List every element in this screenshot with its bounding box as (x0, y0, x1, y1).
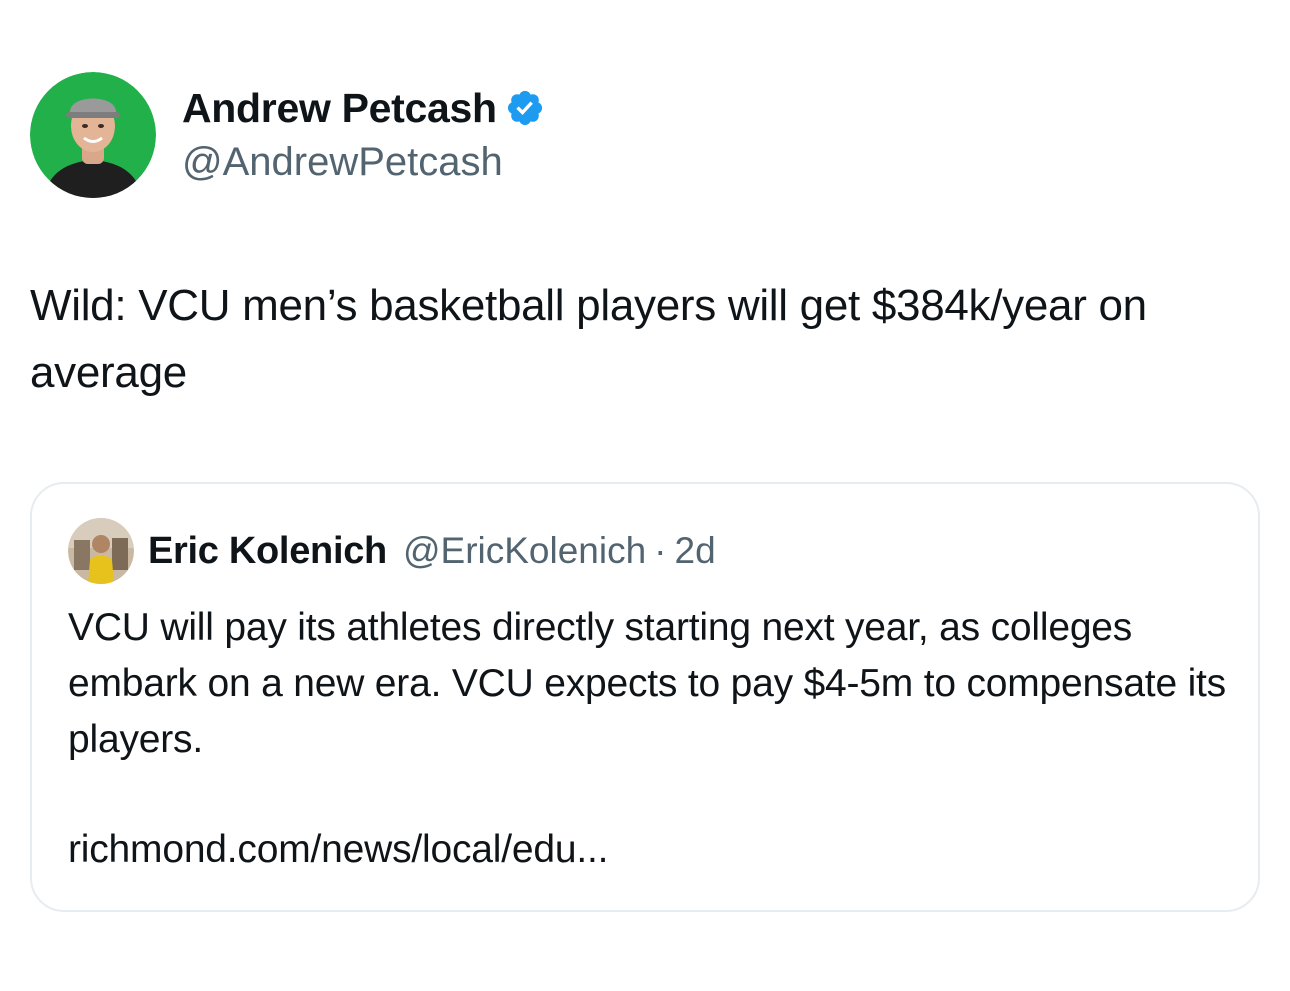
quoted-author-display-name[interactable]: Eric Kolenich (148, 530, 387, 573)
author-names: Andrew Petcash @AndrewPetcash (182, 82, 545, 188)
quoted-author-avatar[interactable] (68, 518, 134, 584)
quoted-tweet-link[interactable]: richmond.com/news/local/edu... (68, 822, 608, 878)
quoted-author-handle[interactable]: @EricKolenich (403, 530, 646, 572)
quoted-tweet-header: Eric Kolenich @EricKolenich · 2d (68, 518, 716, 584)
quoted-avatar-image (68, 518, 134, 584)
avatar-image (30, 72, 156, 198)
author-avatar[interactable] (30, 72, 156, 198)
author-name-row: Andrew Petcash (182, 82, 545, 134)
author-display-name[interactable]: Andrew Petcash (182, 82, 497, 134)
separator-dot: · (654, 530, 667, 571)
tweet-card: Andrew Petcash @AndrewPetcash Wild: VCU … (0, 0, 1290, 991)
quoted-tweet-time[interactable]: 2d (675, 530, 716, 572)
quoted-tweet-text: VCU will pay its athletes directly start… (68, 606, 1226, 761)
tweet-text: Wild: VCU men’s basketball players will … (30, 281, 1147, 397)
author-handle[interactable]: @AndrewPetcash (182, 136, 545, 188)
verified-badge-icon (505, 88, 545, 128)
quoted-tweet[interactable]: Eric Kolenich @EricKolenich · 2d VCU wil… (30, 482, 1260, 912)
tweet-header: Andrew Petcash @AndrewPetcash (30, 72, 545, 198)
